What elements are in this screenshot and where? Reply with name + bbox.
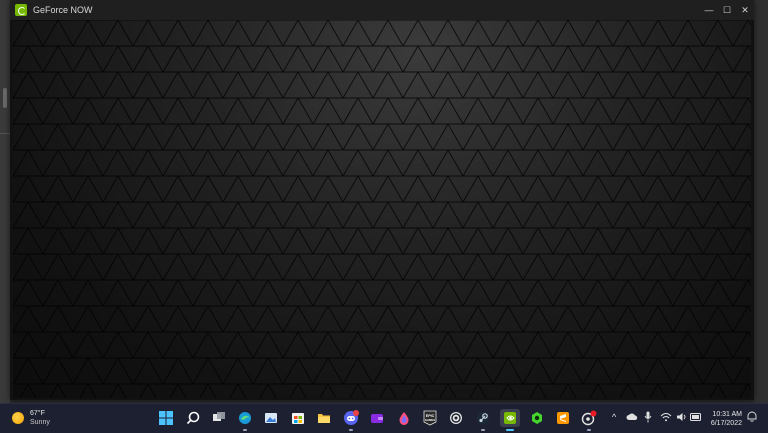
desktop-left-edge — [0, 0, 10, 403]
weather-temperature: 67°F — [30, 410, 45, 417]
running-indicator — [243, 429, 247, 431]
svg-text:GAMES: GAMES — [425, 418, 435, 422]
store-icon[interactable] — [289, 409, 307, 427]
start-icon[interactable] — [157, 409, 175, 427]
minimize-button[interactable]: — — [700, 0, 718, 20]
active-indicator — [506, 429, 514, 431]
geforce-now-icon[interactable] — [500, 409, 520, 431]
discord-icon[interactable] — [342, 409, 360, 431]
wifi-icon[interactable] — [660, 412, 672, 424]
ubisoft-icon[interactable] — [447, 409, 465, 427]
sun-icon — [12, 412, 24, 424]
divider — [0, 133, 10, 134]
running-indicator — [481, 429, 485, 431]
geforce-now-window: GeForce NOW — ☐ ✕ — [10, 0, 754, 400]
volume-icon[interactable] — [676, 412, 688, 424]
desktop-right-edge — [754, 0, 768, 403]
settings-app-icon[interactable] — [580, 409, 598, 431]
sublime-text-icon[interactable] — [554, 409, 572, 427]
weather-condition: Sunny — [30, 419, 50, 426]
steam-icon[interactable] — [474, 409, 492, 431]
cloud-icon[interactable] — [626, 413, 638, 423]
wallet-app-icon[interactable] — [368, 409, 386, 427]
razer-icon[interactable] — [528, 409, 546, 427]
weather-widget[interactable]: 67°F Sunny — [12, 409, 50, 427]
clock[interactable]: 10:31 AM 6/17/2022 — [704, 410, 742, 428]
drop-app-icon[interactable] — [395, 409, 413, 427]
notifications-icon[interactable] — [747, 411, 757, 425]
photos-icon[interactable] — [262, 409, 280, 427]
clock-date: 6/17/2022 — [710, 420, 742, 427]
loading-background — [13, 20, 751, 398]
edge-icon[interactable] — [236, 409, 254, 431]
task-view-icon[interactable] — [210, 409, 228, 427]
file-explorer-icon[interactable] — [315, 409, 333, 427]
nvidia-logo-icon — [15, 4, 27, 16]
triangle-pattern — [13, 20, 751, 398]
titlebar[interactable]: GeForce NOW — ☐ ✕ — [10, 0, 754, 20]
battery-icon[interactable] — [690, 413, 702, 423]
close-button[interactable]: ✕ — [736, 0, 754, 20]
taskbar: 67°F Sunny EPIC GAMES ^ 10:31 AM 6/17/20… — [0, 403, 768, 433]
running-indicator — [349, 429, 353, 431]
epic-games-icon[interactable]: EPIC GAMES — [421, 409, 439, 427]
clock-time: 10:31 AM — [712, 411, 742, 418]
side-handle[interactable] — [3, 88, 7, 108]
chevron-up-icon[interactable]: ^ — [612, 412, 616, 422]
maximize-button[interactable]: ☐ — [718, 0, 736, 20]
window-title: GeForce NOW — [33, 5, 93, 15]
running-indicator — [587, 429, 591, 431]
microphone-icon[interactable] — [644, 411, 652, 425]
search-icon[interactable] — [184, 409, 202, 427]
